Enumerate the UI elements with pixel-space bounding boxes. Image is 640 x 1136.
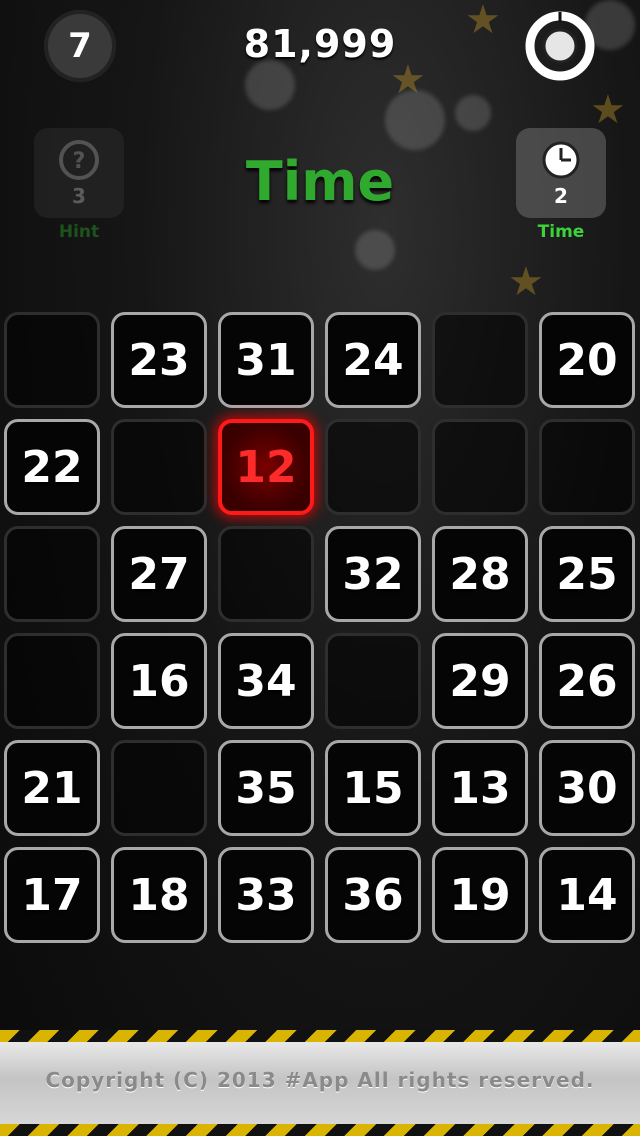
empty-tile[interactable]	[4, 526, 100, 622]
number-tile[interactable]: 24	[325, 312, 421, 408]
number-tile[interactable]: 16	[111, 633, 207, 729]
number-tile[interactable]: 13	[432, 740, 528, 836]
empty-tile[interactable]	[111, 740, 207, 836]
number-tile[interactable]: 18	[111, 847, 207, 943]
empty-tile[interactable]	[325, 633, 421, 729]
number-tile[interactable]: 29	[432, 633, 528, 729]
number-tile[interactable]: 30	[539, 740, 635, 836]
bokeh-light	[355, 230, 395, 270]
number-tile[interactable]: 35	[218, 740, 314, 836]
number-tile[interactable]: 28	[432, 526, 528, 622]
bokeh-light	[455, 95, 491, 131]
empty-tile[interactable]	[432, 312, 528, 408]
number-tile[interactable]: 26	[539, 633, 635, 729]
star-icon: ★	[390, 57, 426, 103]
star-icon: ★	[508, 259, 544, 305]
active-number-tile[interactable]: 12	[218, 419, 314, 515]
empty-tile[interactable]	[432, 419, 528, 515]
number-grid: 23 31 24 20 22 12 27 32 28 25 16 34 29 26 21 35 15 13 30 17…	[4, 312, 636, 944]
hint-label: Hint	[58, 222, 100, 242]
bokeh-light	[245, 60, 295, 110]
mode-title: Time	[245, 150, 395, 213]
empty-tile[interactable]	[218, 526, 314, 622]
number-tile[interactable]: 17	[4, 847, 100, 943]
number-tile[interactable]: 22	[4, 419, 100, 515]
number-tile[interactable]: 19	[432, 847, 528, 943]
hazard-stripe	[0, 1030, 640, 1042]
copyright-text: Copyright (C) 2013 #App All rights reser…	[45, 1068, 595, 1092]
number-tile[interactable]: 34	[218, 633, 314, 729]
number-tile[interactable]: 25	[539, 526, 635, 622]
number-tile[interactable]: 20	[539, 312, 635, 408]
empty-tile[interactable]	[4, 312, 100, 408]
empty-tile[interactable]	[4, 633, 100, 729]
star-icon: ★	[590, 87, 626, 133]
number-tile[interactable]: 14	[539, 847, 635, 943]
time-label: Time	[537, 222, 585, 242]
number-tile[interactable]: 23	[111, 312, 207, 408]
number-tile[interactable]: 33	[218, 847, 314, 943]
number-tile[interactable]: 32	[325, 526, 421, 622]
number-tile[interactable]: 31	[218, 312, 314, 408]
empty-tile[interactable]	[111, 419, 207, 515]
pause-ring-icon[interactable]	[524, 10, 596, 82]
empty-tile[interactable]	[539, 419, 635, 515]
empty-tile[interactable]	[325, 419, 421, 515]
number-tile[interactable]: 21	[4, 740, 100, 836]
number-tile[interactable]: 15	[325, 740, 421, 836]
number-tile[interactable]: 36	[325, 847, 421, 943]
number-tile[interactable]: 27	[111, 526, 207, 622]
hazard-stripe	[0, 1124, 640, 1136]
